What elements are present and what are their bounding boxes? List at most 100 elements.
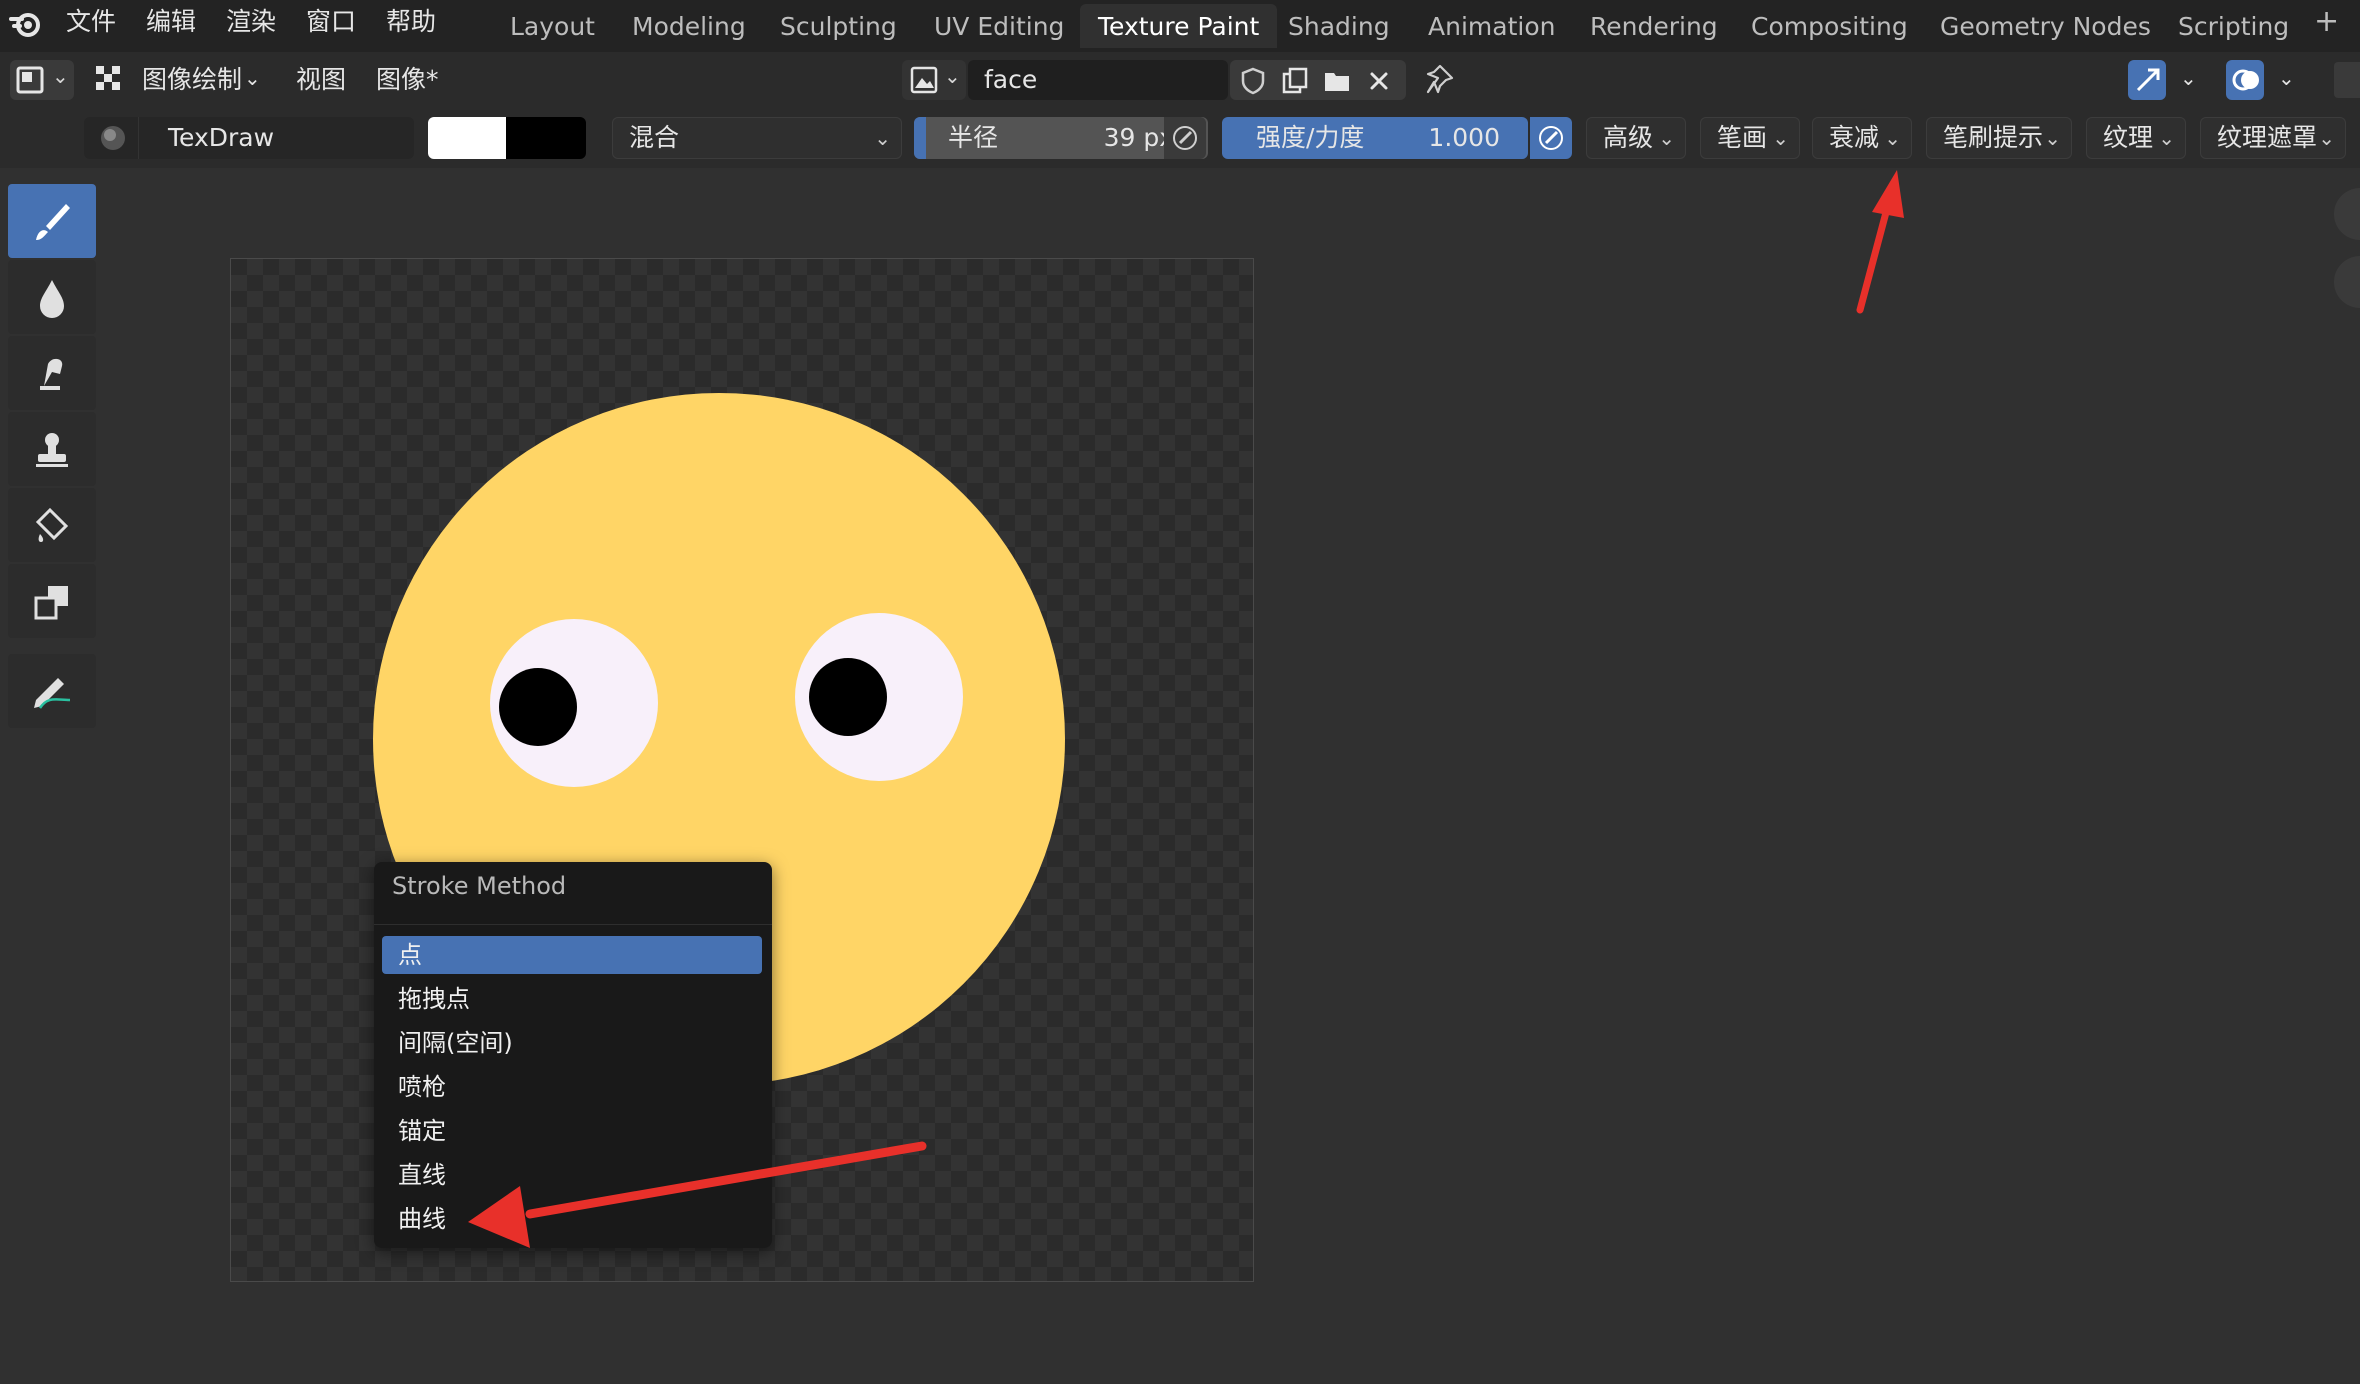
chevron-down-icon: ⌄	[1884, 126, 1901, 150]
image-icon	[910, 66, 938, 94]
checker-mode-icon	[94, 64, 124, 94]
panel-texture-mask-dropdown[interactable]: 纹理遮罩 ⌄	[2200, 117, 2346, 159]
mask-icon	[34, 586, 68, 620]
stroke-method-option[interactable]: 点	[382, 936, 762, 974]
view-menu[interactable]: 视图	[296, 60, 346, 100]
tab-scripting[interactable]: Scripting	[2160, 4, 2307, 48]
panel-advanced-dropdown[interactable]: 高级 ⌄	[1586, 117, 1686, 159]
stroke-method-option[interactable]: 拖拽点	[382, 980, 762, 1018]
chevron-down-icon: ⌄	[2318, 126, 2335, 150]
blend-mode-dropdown[interactable]: 混合 ⌄	[612, 117, 902, 159]
stroke-method-option[interactable]: 曲线	[382, 1200, 762, 1238]
tab-uv-editing[interactable]: UV Editing	[916, 4, 1082, 48]
panel-texture-dropdown[interactable]: 纹理 ⌄	[2086, 117, 2186, 159]
add-workspace-button[interactable]: +	[2314, 0, 2339, 52]
chevron-down-icon[interactable]: ⌄	[2180, 58, 2197, 98]
tab-sculpting[interactable]: Sculpting	[762, 4, 915, 48]
image-editor-icon	[16, 66, 44, 94]
radius-pressure-toggle[interactable]	[1164, 117, 1206, 159]
tab-texture-paint[interactable]: Texture Paint	[1080, 4, 1278, 48]
brush-selector[interactable]: TexDraw	[84, 117, 414, 159]
chevron-down-icon: ⌄	[2158, 126, 2175, 150]
fake-user-shield-icon[interactable]	[1238, 66, 1268, 96]
editor-type-button[interactable]: ⌄	[10, 60, 74, 100]
tab-animation[interactable]: Animation	[1410, 4, 1573, 48]
chevron-down-icon: ⌄	[52, 64, 69, 88]
image-name-field[interactable]: face	[968, 60, 1228, 100]
menu-window[interactable]: 窗口	[306, 0, 356, 52]
tab-shading[interactable]: Shading	[1270, 4, 1408, 48]
annotate-icon	[34, 678, 71, 709]
strength-label: 强度/力度	[1256, 123, 1365, 152]
brush-name: TexDraw	[168, 123, 275, 152]
tab-rendering[interactable]: Rendering	[1572, 4, 1736, 48]
panel-falloff-dropdown[interactable]: 衰减 ⌄	[1812, 117, 1912, 159]
panel-stroke-dropdown[interactable]: 笔画 ⌄	[1700, 117, 1800, 159]
arrow-to-falloff	[1856, 170, 1904, 314]
stroke-method-option[interactable]: 直线	[382, 1156, 762, 1194]
menu-render[interactable]: 渲染	[226, 0, 276, 52]
pressure-pen-icon	[1536, 123, 1566, 153]
menu-edit[interactable]: 编辑	[146, 0, 196, 52]
strength-slider[interactable]: 强度/力度 1.000	[1222, 117, 1528, 159]
primary-color-swatch[interactable]	[428, 117, 506, 159]
strength-value: 1.000	[1428, 123, 1500, 152]
gizmo-toggle[interactable]	[2128, 60, 2166, 100]
chevron-down-icon[interactable]: ⌄	[2278, 58, 2295, 98]
radius-slider-fill	[914, 117, 926, 159]
overlay-icon	[2230, 64, 2262, 96]
brush-icon	[36, 204, 70, 240]
stroke-method-option[interactable]: 间隔(空间)	[382, 1024, 762, 1062]
sidebar-tab[interactable]	[2334, 256, 2360, 308]
tab-layout[interactable]: Layout	[492, 4, 613, 48]
chevron-down-icon: ⌄	[944, 64, 961, 88]
tool-mask[interactable]	[8, 564, 96, 638]
sidebar-tab[interactable]	[2334, 188, 2360, 240]
gizmo-icon	[2132, 64, 2164, 96]
tool-annotate[interactable]	[8, 654, 96, 728]
panel-brush-cursor-dropdown[interactable]: 笔刷提示 ⌄	[1926, 117, 2072, 159]
image-browse-button[interactable]: ⌄	[902, 60, 966, 100]
image-menu[interactable]: 图像*	[376, 60, 439, 100]
stroke-method-option[interactable]: 锚定	[382, 1112, 762, 1150]
pin-icon[interactable]	[1424, 64, 1456, 96]
tool-smear[interactable]	[8, 336, 96, 410]
tab-modeling[interactable]: Modeling	[614, 4, 764, 48]
folder-icon[interactable]	[1322, 66, 1352, 96]
chevron-down-icon: ⌄	[1772, 126, 1789, 150]
chevron-down-icon: ⌄	[874, 126, 891, 150]
image-name: face	[984, 65, 1038, 94]
sidebar-toggle-icon[interactable]	[2334, 62, 2360, 98]
strength-pressure-toggle[interactable]	[1530, 117, 1572, 159]
top-menu-bar: 文件 编辑 渲染 窗口 帮助 Layout Modeling Sculpting…	[0, 0, 2360, 52]
panel-label: 纹理遮罩	[2217, 123, 2318, 152]
chevron-down-icon: ⌄	[1658, 126, 1675, 150]
menu-file[interactable]: 文件	[66, 0, 116, 52]
panel-label: 笔画	[1717, 123, 1768, 152]
panel-label: 纹理	[2103, 123, 2154, 152]
duplicate-icon[interactable]	[1280, 66, 1310, 96]
radius-label: 半径	[948, 123, 999, 152]
right-pupil	[809, 658, 887, 736]
mode-selector[interactable]: 图像绘制	[142, 60, 242, 100]
tool-draw[interactable]	[8, 184, 96, 258]
overlay-toggle[interactable]	[2226, 60, 2264, 100]
divider	[138, 117, 139, 159]
paint-bucket-icon	[35, 507, 69, 542]
drop-icon	[40, 280, 64, 318]
left-toolbar	[0, 180, 110, 740]
close-icon[interactable]	[1364, 66, 1394, 96]
blender-logo-icon[interactable]	[8, 6, 44, 42]
secondary-color-swatch[interactable]	[506, 117, 586, 159]
tool-settings-bar: TexDraw 混合 ⌄ 半径 39 px 强度/力度 1.000 高级 ⌄ 笔…	[0, 108, 2360, 168]
stroke-method-option[interactable]: 喷枪	[382, 1068, 762, 1106]
popup-title: Stroke Method	[392, 872, 567, 900]
tool-fill[interactable]	[8, 488, 96, 562]
tool-soften[interactable]	[8, 260, 96, 334]
brush-preview-icon	[98, 123, 128, 153]
tool-clone[interactable]	[8, 412, 96, 486]
tab-compositing[interactable]: Compositing	[1733, 4, 1926, 48]
menu-help[interactable]: 帮助	[386, 0, 436, 52]
popup-divider	[374, 924, 772, 925]
tab-geometry-nodes[interactable]: Geometry Nodes	[1922, 4, 2169, 48]
